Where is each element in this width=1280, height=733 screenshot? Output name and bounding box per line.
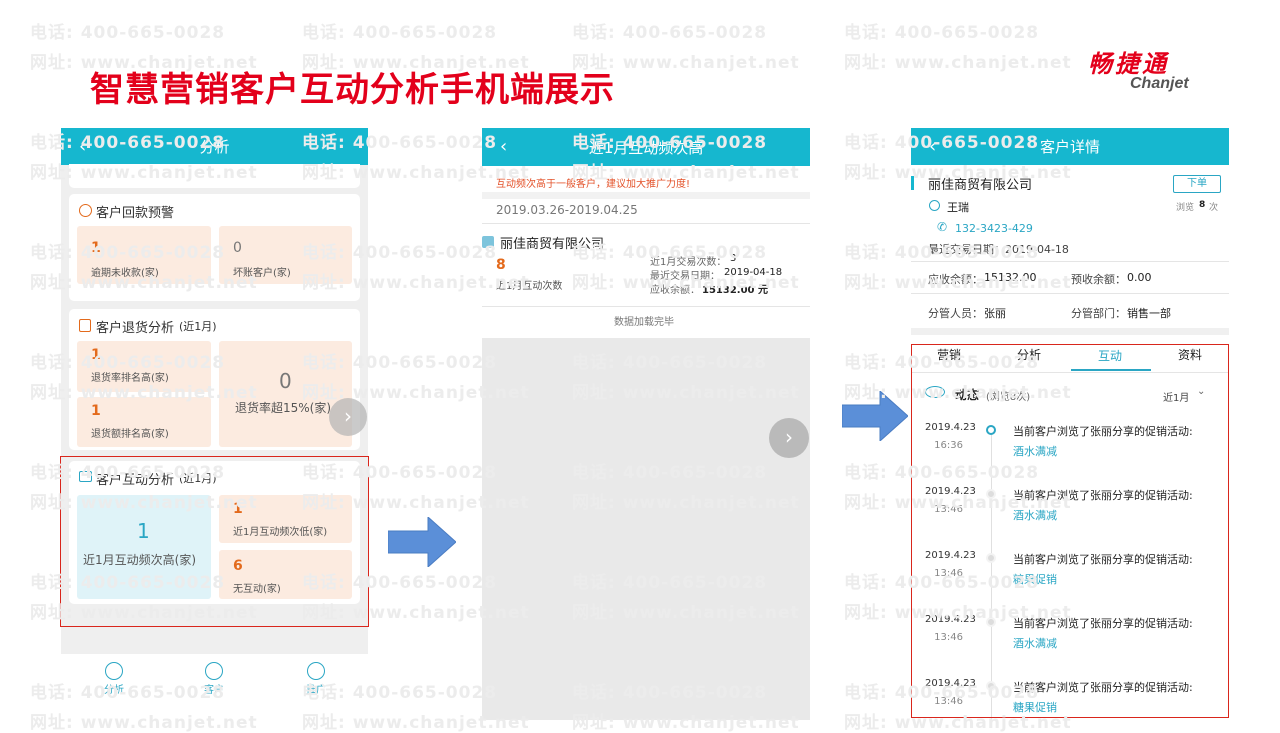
date-range: 2019.03.26-2019.04.25 [496, 203, 638, 217]
nav-customer-label: 客户 [204, 685, 224, 696]
views-label: 浏览 [1176, 203, 1195, 213]
return-amount-rank-value: 1 [91, 403, 101, 419]
arrow-right-icon [842, 391, 908, 441]
watermark-phone: 电话: 400-665-0028 [302, 23, 498, 43]
phone-analysis-screen: ‹ 分析 客户回款预警 1 逾期未收款(家) 0 坏账客户(家) 客户退货分析 … [61, 128, 368, 720]
highlight-box-feed [911, 344, 1229, 718]
deals-label: 近1月交易次数： [650, 257, 727, 268]
company-name: 丽佳商贸有限公司 [928, 178, 1033, 193]
header-title: 客户详情 [1039, 138, 1100, 156]
overdue-value: 1 [91, 240, 101, 256]
nav-analysis-label: 分析 [104, 685, 124, 696]
divider [911, 261, 1229, 262]
back-icon[interactable]: ‹ [500, 136, 507, 157]
last-date-value: 2019-04-18 [724, 267, 783, 278]
nav-analysis[interactable]: 分析 [99, 662, 129, 696]
returns-icon [79, 319, 91, 332]
section-gap [911, 328, 1229, 335]
returns-title: 客户退货分析 [96, 321, 175, 336]
deals-value: 3 [730, 253, 737, 264]
balance-label: 应收余额： [650, 285, 700, 296]
refund-icon [79, 204, 92, 217]
divider [482, 192, 810, 199]
highlight-box-interaction [60, 456, 369, 627]
promotion-icon [307, 662, 325, 680]
hint-text: 互动频次高于一般客户，建议加大推广力度! [496, 179, 691, 190]
views-unit: 次 [1209, 203, 1219, 213]
tile-return-rate-over[interactable]: 0 退货率超15%(家) [219, 341, 352, 447]
refund-title: 客户回款预警 [96, 206, 175, 221]
header-bar: ‹ 分析 [61, 128, 368, 165]
dept-value: 销售一部 [1127, 307, 1171, 320]
contact-name: 王瑞 [947, 201, 969, 214]
prepaid-label: 预收余额： [1071, 273, 1126, 286]
bad-debt-label: 坏账客户(家) [233, 268, 291, 279]
divider [911, 293, 1229, 294]
return-over-label: 退货率超15%(家) [235, 401, 332, 415]
return-over-value: 0 [279, 369, 292, 393]
bottom-nav: 分析 客户 推广 [61, 654, 368, 720]
header-bar: ‹ 近1月互动频次高 [482, 128, 810, 166]
views-count: 8 [1199, 200, 1206, 210]
customer-icon [205, 662, 223, 680]
back-icon[interactable]: ‹ [929, 136, 936, 157]
logo-en: Chanjet [1130, 75, 1189, 92]
header-title: 近1月互动频次高 [588, 138, 704, 157]
count-label: 近1月互动次数 [496, 281, 563, 292]
return-rate-rank-value: 1 [91, 347, 101, 363]
balance-value: 15132.00 元 [702, 285, 768, 296]
tile-return-amount-rank[interactable]: 1 退货额排名高(家) [77, 397, 211, 447]
card-returns-analysis: 客户退货分析 (近1月) 1 退货率排名高(家) 1 退货额排名高(家) 0 退… [69, 309, 360, 450]
card-partial [69, 164, 360, 188]
overdue-label: 逾期未收款(家) [91, 268, 159, 279]
watermark-phone: 电话: 400-665-0028 [844, 23, 1040, 43]
phone-number[interactable]: 132-3423-429 [955, 222, 1033, 235]
nav-customer[interactable]: 客户 [199, 662, 229, 696]
bad-debt-value: 0 [233, 240, 242, 256]
manager-label: 分管人员： [928, 307, 983, 320]
prepaid-value: 0.00 [1127, 271, 1152, 284]
tile-overdue[interactable]: 1 逾期未收款(家) [77, 226, 211, 284]
slide-title: 智慧营销客户互动分析手机端展示 [90, 70, 615, 110]
watermark-phone: 电话: 400-665-0028 [30, 23, 226, 43]
dept-label: 分管部门： [1071, 307, 1126, 320]
last-deal-date: 最近交易日期：2019-04-18 [928, 243, 1069, 256]
nav-promotion[interactable]: 推广 [301, 662, 331, 696]
receivable-label: 应收余额： [928, 273, 983, 286]
receivable-value: 15132.00 [984, 271, 1037, 284]
tile-return-rate-rank[interactable]: 1 退货率排名高(家) [77, 341, 211, 392]
company-name: 丽佳商贸有限公司 [500, 237, 605, 252]
contact-icon [929, 200, 940, 211]
divider [482, 306, 810, 307]
list-item[interactable]: 丽佳商贸有限公司 8 近1月互动次数 近1月交易次数： 3 最近交易日期： 20… [482, 224, 810, 304]
phone-high-interaction-list: ‹ 近1月互动频次高 互动频次高于一般客户，建议加大推广力度! 2019.03.… [482, 128, 810, 720]
returns-period: (近1月) [179, 320, 217, 333]
nav-promotion-label: 推广 [306, 685, 326, 696]
last-date-label: 最近交易日期： [650, 271, 720, 282]
count-value: 8 [496, 257, 506, 273]
company-marker [911, 176, 914, 190]
tile-bad-debt[interactable]: 0 坏账客户(家) [219, 226, 352, 284]
logo-cn: 畅捷通 [1088, 50, 1169, 78]
card-refund-warning: 客户回款预警 1 逾期未收款(家) 0 坏账客户(家) [69, 194, 360, 301]
back-icon[interactable]: ‹ [79, 136, 86, 157]
watermark-phone: 电话: 400-665-0028 [572, 23, 768, 43]
phone-icon: ✆ [937, 220, 948, 234]
manager-value: 张丽 [984, 307, 1006, 320]
watermark-web: 网址: www.chanjet.net [844, 53, 1072, 73]
company-icon [482, 236, 494, 248]
list-content: 互动频次高于一般客户，建议加大推广力度! 2019.03.26-2019.04.… [482, 166, 810, 338]
header-bar: ‹ 客户详情 [911, 128, 1229, 165]
order-button[interactable]: 下单 [1173, 175, 1221, 193]
chanjet-logo: 畅捷通 Chanjet [1088, 44, 1218, 94]
load-complete-text: 数据加载完毕 [614, 317, 674, 328]
return-rate-rank-label: 退货率排名高(家) [91, 373, 169, 384]
next-page-button[interactable]: › [769, 418, 809, 458]
analysis-icon [105, 662, 123, 680]
arrow-right-icon [388, 517, 456, 567]
return-amount-rank-label: 退货额排名高(家) [91, 429, 169, 440]
header-title: 分析 [199, 138, 230, 156]
next-page-button[interactable]: › [329, 398, 367, 436]
